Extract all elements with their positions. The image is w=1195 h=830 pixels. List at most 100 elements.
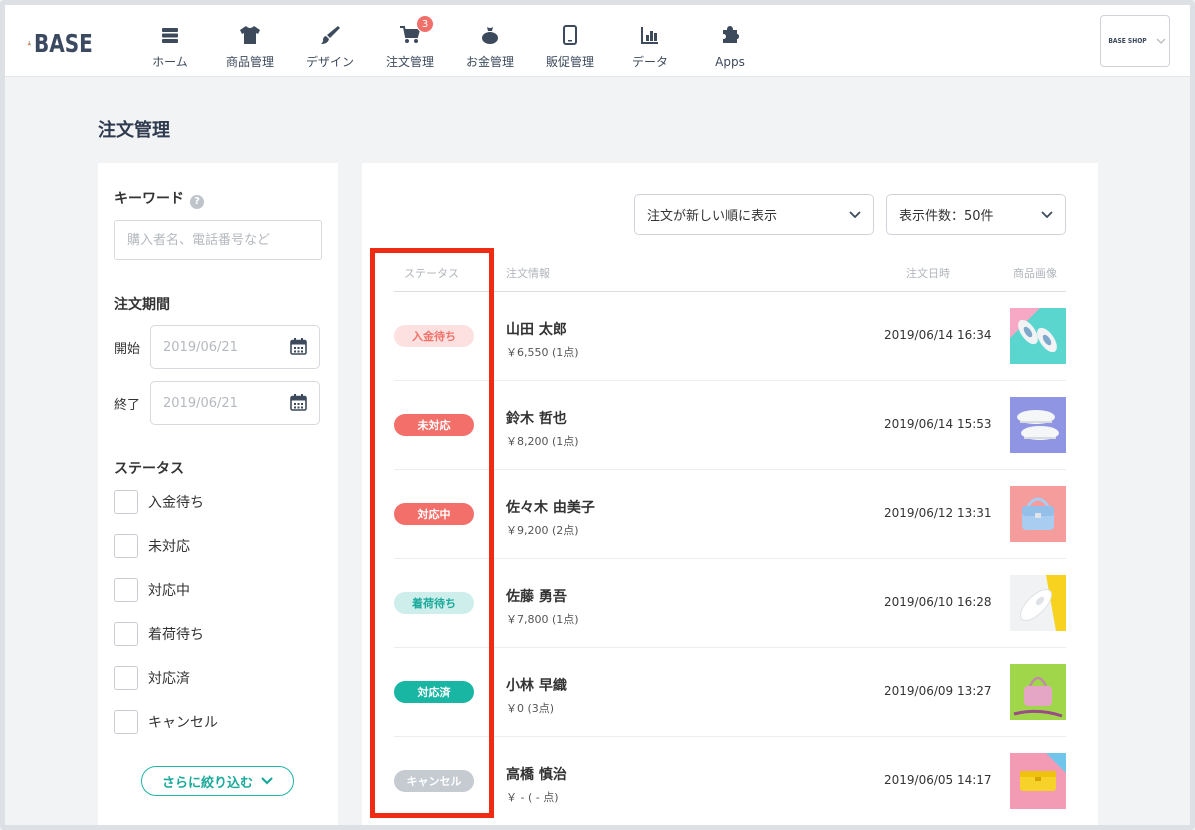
chevron-down-icon: [1156, 38, 1165, 44]
checkbox[interactable]: [114, 490, 138, 514]
order-date: 2019/06/14 15:53: [884, 417, 992, 431]
checkbox-label: 着荷待ち: [148, 627, 204, 643]
order-price: ￥ - ( - 点): [506, 791, 559, 804]
order-date: 2019/06/09 13:27: [884, 684, 992, 698]
order-price: ￥7,800 (1点): [506, 613, 579, 626]
page-size-value: 表示件数：50件: [899, 209, 994, 224]
main-nav: ホーム 商品管理 デザイン 3 注文管理 お金管理 販促管理 データ Apps: [130, 13, 770, 69]
smartphone-icon: [559, 24, 581, 46]
customer-name[interactable]: 佐藤 勇吾: [506, 586, 567, 606]
order-price: ￥8,200 (1点): [506, 435, 579, 448]
sort-order-value: 注文が新しい順に表示: [647, 209, 778, 224]
checkbox[interactable]: [114, 666, 138, 690]
product-thumbnail[interactable]: [1010, 753, 1066, 809]
nav-money[interactable]: お金管理: [450, 13, 530, 69]
order-date: 2019/06/10 16:28: [884, 595, 992, 609]
status-checkbox-awaiting-payment[interactable]: 入金待ち: [114, 489, 204, 515]
chevron-down-icon: [849, 211, 861, 219]
nav-label: 販促管理: [545, 55, 594, 69]
nav-apps[interactable]: Apps: [690, 13, 770, 69]
start-date-label: 開始: [114, 342, 141, 357]
period-label: 注文期間: [114, 297, 170, 313]
customer-name[interactable]: 鈴木 哲也: [506, 408, 567, 428]
checkbox-label: 対応中: [148, 583, 190, 599]
order-price: ￥0 (3点): [506, 702, 555, 715]
status-filter-label: ステータス: [114, 461, 184, 477]
checkbox[interactable]: [114, 622, 138, 646]
status-checkbox-awaiting-arrival[interactable]: 着荷待ち: [114, 621, 204, 647]
checkbox[interactable]: [114, 534, 138, 558]
nav-label: お金管理: [465, 55, 514, 69]
help-icon[interactable]: ?: [190, 194, 204, 209]
nav-design[interactable]: デザイン: [290, 13, 370, 69]
checkbox[interactable]: [114, 710, 138, 734]
status-checkbox-cancelled[interactable]: キャンセル: [114, 709, 218, 735]
status-checkbox-in-progress[interactable]: 対応中: [114, 577, 190, 603]
table-row[interactable]: 着荷待ち 佐藤 勇吾 ￥7,800 (1点) 2019/06/10 16:28: [394, 559, 1066, 648]
nav-label: デザイン: [305, 55, 354, 69]
nav-home[interactable]: ホーム: [130, 13, 210, 69]
column-header-product-image: 商品画像: [1013, 267, 1057, 280]
table-row[interactable]: 対応済 小林 早織 ￥0 (3点) 2019/06/09 13:27: [394, 648, 1066, 737]
order-price: ￥6,550 (1点): [506, 346, 579, 359]
base-logo[interactable]: BASE: [27, 25, 107, 61]
customer-name[interactable]: 山田 太郎: [506, 319, 567, 339]
status-checkbox-unhandled[interactable]: 未対応: [114, 533, 190, 559]
chevron-down-icon: [261, 777, 273, 785]
column-header-order-date: 注文日時: [906, 267, 950, 280]
product-thumbnail[interactable]: [1010, 397, 1066, 453]
bar-chart-icon: [639, 24, 661, 46]
keyword-label: キーワード: [114, 191, 184, 207]
calendar-icon[interactable]: [290, 338, 307, 355]
checkbox[interactable]: [114, 578, 138, 602]
nav-label: Apps: [715, 55, 745, 69]
customer-name[interactable]: 高橋 慎治: [506, 764, 567, 784]
customer-name[interactable]: 小林 早織: [506, 675, 567, 695]
table-row[interactable]: 対応中 佐々木 由美子 ￥9,200 (2点) 2019/06/12 13:31: [394, 470, 1066, 559]
checkbox-label: キャンセル: [148, 715, 218, 731]
product-thumbnail[interactable]: [1010, 575, 1066, 631]
shop-switcher-button[interactable]: BASE SHOP: [1100, 15, 1170, 67]
more-filters-button[interactable]: さらに絞り込む: [141, 766, 294, 796]
product-thumbnail[interactable]: [1010, 486, 1066, 542]
product-thumbnail[interactable]: [1010, 664, 1066, 720]
nav-label: ホーム: [152, 55, 188, 69]
tshirt-icon: [239, 24, 261, 46]
top-header: BASE ホーム 商品管理 デザイン 3 注文管理 お金管理 販促管理 データ …: [5, 5, 1190, 77]
nav-orders[interactable]: 3 注文管理: [370, 13, 450, 69]
checkbox-label: 入金待ち: [148, 495, 204, 511]
table-row[interactable]: 入金待ち 山田 太郎 ￥6,550 (1点) 2019/06/14 16:34: [394, 292, 1066, 381]
column-header-order-info: 注文情報: [506, 267, 550, 280]
start-date-row: 開始: [114, 325, 322, 369]
order-date: 2019/06/05 14:17: [884, 773, 992, 787]
nav-label: 注文管理: [385, 55, 434, 69]
more-filters-label: さらに絞り込む: [161, 775, 253, 791]
nav-promotion[interactable]: 販促管理: [530, 13, 610, 69]
order-date: 2019/06/14 16:34: [884, 328, 992, 342]
nav-data[interactable]: データ: [610, 13, 690, 69]
product-thumbnail[interactable]: [1010, 308, 1066, 364]
logo-text: BASE: [33, 28, 93, 58]
sort-order-select[interactable]: 注文が新しい順に表示: [634, 194, 874, 235]
page-title: 注文管理: [98, 120, 170, 141]
page-size-select[interactable]: 表示件数：50件: [886, 194, 1066, 235]
table-row[interactable]: 未対応 鈴木 哲也 ￥8,200 (1点) 2019/06/14 15:53: [394, 381, 1066, 470]
filter-sidebar: キーワード? 注文期間 開始 終了 ステータス 入金待ち 未対応 対応中 着荷待…: [98, 163, 338, 830]
nav-label: 商品管理: [225, 55, 274, 69]
customer-name[interactable]: 佐々木 由美子: [506, 497, 595, 517]
shop-name: BASE SHOP: [1107, 37, 1147, 45]
table-row[interactable]: キャンセル 高橋 慎治 ￥ - ( - 点) 2019/06/05 14:17: [394, 737, 1066, 826]
money-bag-icon: [479, 24, 501, 46]
calendar-icon[interactable]: [290, 394, 307, 411]
chevron-down-icon: [1041, 211, 1053, 219]
puzzle-icon: [719, 24, 741, 46]
nav-products[interactable]: 商品管理: [210, 13, 290, 69]
keyword-heading: キーワード?: [114, 188, 204, 209]
order-date: 2019/06/12 13:31: [884, 506, 992, 520]
end-date-label: 終了: [114, 398, 141, 413]
keyword-search-input[interactable]: [114, 220, 322, 260]
checkbox-label: 未対応: [148, 539, 190, 555]
server-icon: [159, 24, 181, 46]
status-checkbox-completed[interactable]: 対応済: [114, 665, 190, 691]
order-count-badge: 3: [416, 15, 434, 33]
